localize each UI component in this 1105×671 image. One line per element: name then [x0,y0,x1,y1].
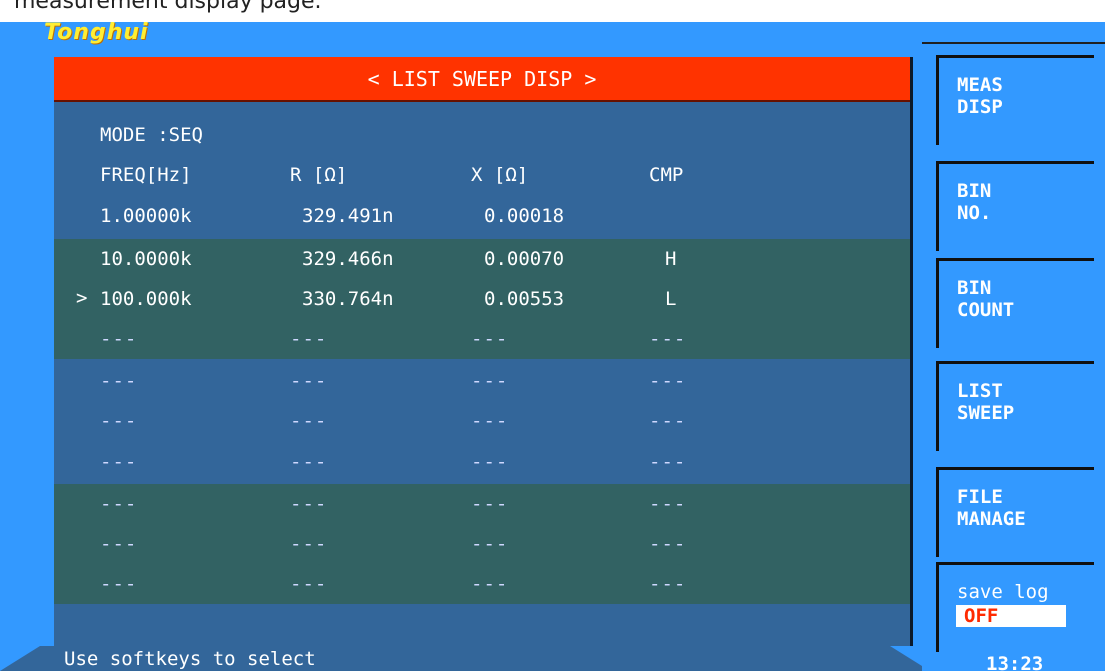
empty-cell: --- [100,573,138,595]
save-log-state: OFF [956,605,1066,627]
table-row[interactable]: --- --- --- --- [54,442,910,482]
empty-cell: --- [290,533,328,555]
empty-cell: --- [471,493,509,515]
empty-cell: --- [649,370,687,392]
x-cell: 0.00070 [484,248,565,270]
row-cursor: > [76,287,88,309]
file-manage-softkey[interactable]: FILE MANAGE [936,467,1094,557]
empty-cell: --- [100,451,138,473]
softkey-label: BIN COUNT [957,277,1015,321]
status-bar: Use softkeys to select [0,646,930,671]
meas-disp-softkey[interactable]: MEAS DISP [936,55,1094,145]
empty-cell: --- [471,451,509,473]
empty-cell: --- [290,328,328,350]
softkey-label: BIN NO. [957,180,992,224]
r-cell: 330.764n [302,288,394,310]
x-cell: 0.00553 [484,288,565,310]
table-row[interactable]: > 100.000k 330.764n 0.00553 L [54,279,910,319]
instrument-screen: Tonghui < LIST SWEEP DISP > MODE :SEQ FR… [0,22,1105,671]
empty-cell: --- [649,328,687,350]
empty-cell: --- [649,573,687,595]
empty-cell: --- [100,533,138,555]
save-log-softkey[interactable]: save log OFF [936,562,1094,652]
empty-cell: --- [471,573,509,595]
bin-no-softkey[interactable]: BIN NO. [936,161,1094,251]
freq-cell: 10.0000k [100,248,192,270]
table-row[interactable]: --- --- --- --- [54,401,910,441]
freq-cell: 1.00000k [100,205,192,227]
measurement-panel: < LIST SWEEP DISP > MODE :SEQ FREQ[Hz] R… [54,57,913,660]
softkey-divider [922,42,1105,44]
table-row[interactable]: --- --- --- --- [54,524,910,564]
column-header-freq: FREQ[Hz] [100,164,192,186]
empty-cell: --- [290,451,328,473]
column-header-cmp: CMP [649,164,684,186]
empty-cell: --- [290,573,328,595]
table-row[interactable]: --- --- --- --- [54,361,910,401]
empty-cell: --- [290,493,328,515]
table-row[interactable]: 1.00000k 329.491n 0.00018 [54,196,910,236]
table-row[interactable]: --- --- --- --- [54,319,910,359]
cmp-cell: L [665,288,677,310]
bin-count-softkey[interactable]: BIN COUNT [936,258,1094,348]
column-header-x: X [Ω] [471,164,529,186]
mode-row: MODE :SEQ [54,115,910,155]
empty-cell: --- [649,410,687,432]
column-header-row: FREQ[Hz] R [Ω] X [Ω] CMP [54,155,910,195]
empty-cell: --- [290,370,328,392]
x-cell: 0.00018 [484,205,565,227]
status-message: Use softkeys to select [64,648,316,670]
freq-cell: 100.000k [100,288,192,310]
softkey-column: MEAS DISP BIN NO. BIN COUNT LIST SWEEP F… [922,22,1105,671]
softkey-label: LIST SWEEP [957,380,1015,424]
table-row[interactable]: --- --- --- --- [54,484,910,524]
empty-cell: --- [649,533,687,555]
cmp-cell: H [665,248,677,270]
table-row[interactable]: 10.0000k 329.466n 0.00070 H [54,239,910,279]
empty-cell: --- [100,370,138,392]
empty-cell: --- [649,451,687,473]
empty-cell: --- [290,410,328,432]
column-header-r: R [Ω] [290,164,348,186]
softkey-label: save log [957,581,1049,603]
empty-cell: --- [100,328,138,350]
softkey-label: FILE MANAGE [957,486,1026,530]
empty-cell: --- [100,410,138,432]
empty-cell: --- [471,370,509,392]
r-cell: 329.466n [302,248,394,270]
empty-cell: --- [471,328,509,350]
empty-cell: --- [471,533,509,555]
softkey-label: MEAS DISP [957,74,1003,118]
brand-logo: Tonghui [44,22,149,45]
empty-cell: --- [100,493,138,515]
page-title: < LIST SWEEP DISP > [54,57,910,102]
mode-label: MODE :SEQ [100,124,203,146]
table-row[interactable]: --- --- --- --- [54,564,910,604]
empty-cell: --- [649,493,687,515]
empty-cell: --- [471,410,509,432]
r-cell: 329.491n [302,205,394,227]
clock: 13:23 [986,653,1044,671]
list-sweep-softkey[interactable]: LIST SWEEP [936,361,1094,451]
